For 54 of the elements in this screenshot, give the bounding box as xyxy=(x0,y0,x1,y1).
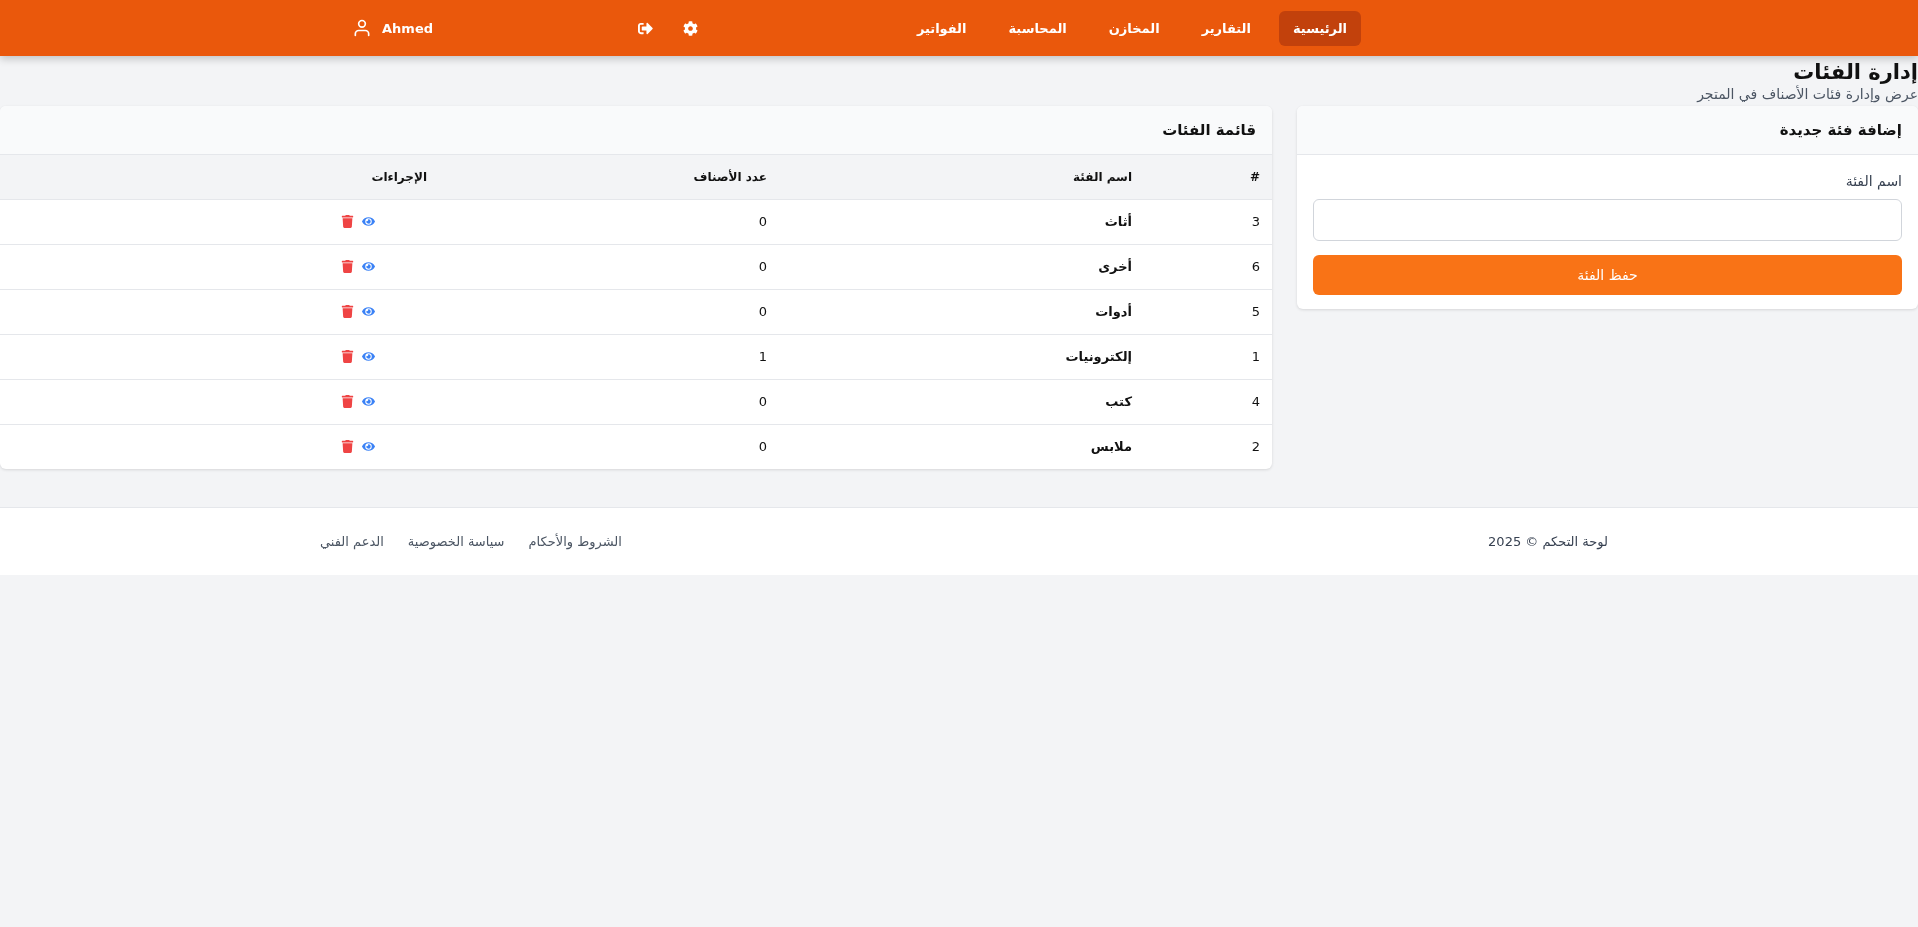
table-cell: أدوات xyxy=(779,289,1144,334)
view-icon[interactable] xyxy=(362,305,375,318)
nav-link[interactable]: الرئيسية xyxy=(1278,10,1361,46)
trash-icon[interactable] xyxy=(341,395,354,408)
table-cell: 5 xyxy=(1144,289,1272,334)
page-title: إدارة الفئات xyxy=(1792,60,1918,84)
view-icon[interactable] xyxy=(362,260,375,273)
table-cell: 4 xyxy=(1144,379,1272,424)
nav-link[interactable]: التقارير xyxy=(1187,10,1265,46)
column-header: # xyxy=(1144,155,1272,199)
table-cell: ملابس xyxy=(779,424,1144,469)
column-header: الإجراءات xyxy=(0,155,439,199)
table-cell: 0 xyxy=(439,199,779,244)
trash-icon[interactable] xyxy=(341,215,354,228)
logout-icon[interactable] xyxy=(637,20,653,36)
field-label: اسم الفئة xyxy=(1844,173,1902,189)
table-cell: 0 xyxy=(439,289,779,334)
view-icon[interactable] xyxy=(362,440,375,454)
table-cell: 0 xyxy=(439,424,779,469)
column-header: عدد الأصناف xyxy=(439,155,779,199)
footer-link[interactable]: الدعم الفني xyxy=(320,534,384,549)
table-cell: 2 xyxy=(1144,424,1272,469)
card-title: قائمة الفئات xyxy=(1162,121,1256,139)
table-cell: 3 xyxy=(1144,199,1272,244)
nav-link[interactable]: المخازن xyxy=(1094,10,1174,46)
table-cell: 1 xyxy=(439,334,779,379)
card-title: إضافة فئة جديدة xyxy=(1779,121,1902,139)
table-cell: 6 xyxy=(1144,244,1272,289)
footer-link[interactable]: سياسة الخصوصية xyxy=(407,534,505,549)
copyright-text: لوحة التحكم © 2025 xyxy=(1488,534,1608,549)
input-field[interactable] xyxy=(1313,199,1902,241)
table-cell: 0 xyxy=(439,244,779,289)
table-cell: أثاث xyxy=(779,199,1144,244)
nav-link[interactable]: الفواتير xyxy=(902,10,981,46)
table-cell: 1 xyxy=(1144,334,1272,379)
user-name: Ahmed xyxy=(382,20,433,36)
trash-icon[interactable] xyxy=(341,350,354,363)
trash-icon[interactable] xyxy=(341,305,354,318)
footer-link[interactable]: الشروط والأحكام xyxy=(528,534,622,549)
nav-link[interactable]: المحاسبة xyxy=(994,10,1081,46)
user-icon[interactable] xyxy=(352,18,372,38)
table-cell: إلكترونيات xyxy=(779,334,1144,379)
trash-icon[interactable] xyxy=(341,440,354,454)
settings-icon[interactable] xyxy=(682,20,698,36)
page-subtitle: عرض وإدارة فئات الأصناف في المتجر xyxy=(1695,86,1918,102)
table-cell: كتب xyxy=(779,379,1144,424)
trash-icon[interactable] xyxy=(341,260,354,273)
save-button[interactable]: حفظ الفئة xyxy=(1313,255,1902,295)
view-icon[interactable] xyxy=(362,395,375,408)
view-icon[interactable] xyxy=(362,350,375,363)
column-header: اسم الفئة xyxy=(779,155,1144,199)
table-cell: أخرى xyxy=(779,244,1144,289)
view-icon[interactable] xyxy=(362,215,375,228)
table-cell: 0 xyxy=(439,379,779,424)
